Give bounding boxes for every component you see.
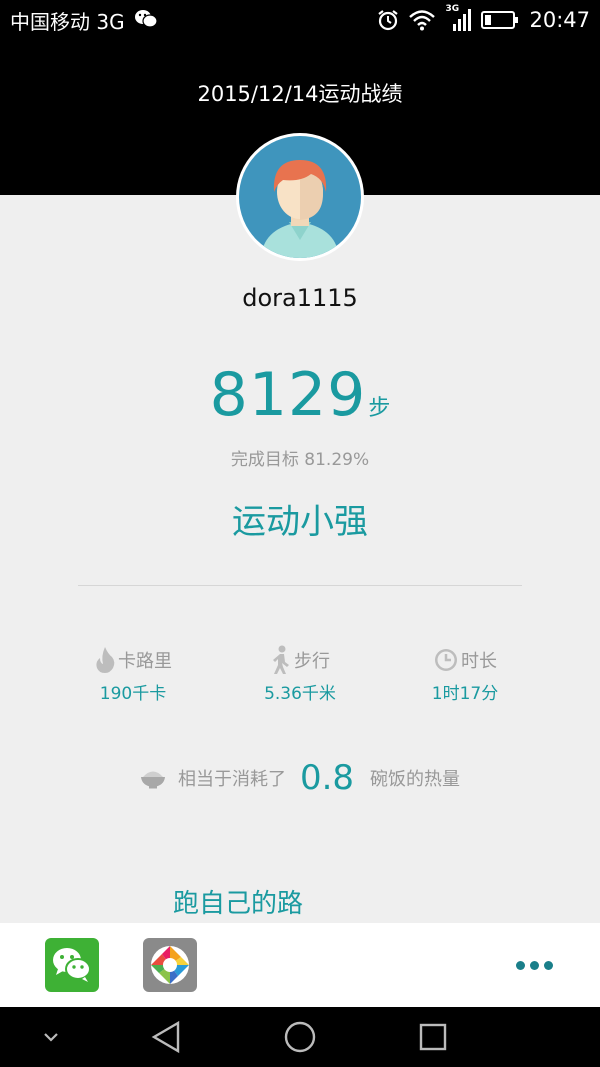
hide-keyboard-chevron-icon[interactable] [38, 1019, 64, 1055]
goal-progress: 完成目标 81.29% [230, 450, 370, 470]
step-count-value: 8129 [209, 360, 367, 430]
clock-time: 20:47 [529, 8, 590, 32]
rank-title: 运动小强 [232, 502, 368, 542]
signal-icon: 3G [445, 4, 472, 32]
calorie-equivalent: 相当于消耗了 0.8 碗饭的热量 [0, 758, 600, 798]
wechat-icon [53, 948, 91, 982]
step-count: 8129步 [0, 360, 600, 430]
system-nav-bar [0, 1007, 600, 1067]
stat-calories: 卡路里 190千卡 [58, 645, 208, 704]
more-dot [516, 960, 525, 970]
gallery-aperture-icon [151, 946, 189, 984]
equivalent-value: 0.8 [299, 758, 355, 798]
step-unit: 步 [368, 396, 391, 421]
more-dot [544, 960, 553, 970]
carrier-label: 中国移动 3G [10, 10, 125, 34]
stat-walking: 步行 5.36千米 [225, 645, 375, 704]
clock-icon [435, 649, 457, 671]
share-bar [0, 923, 600, 1007]
alarm-icon [378, 10, 399, 31]
status-bar: 中国移动 3G 3G 20:47 [0, 0, 600, 40]
recent-apps-button[interactable] [418, 1019, 448, 1055]
avatar[interactable] [236, 133, 364, 261]
share-gallery-button[interactable] [143, 938, 197, 992]
back-button[interactable] [150, 1019, 184, 1055]
stat-walking-label: 步行 [294, 651, 330, 672]
divider [78, 585, 522, 586]
username: dora1115 [242, 284, 358, 312]
battery-icon [481, 11, 519, 29]
flame-icon [96, 647, 115, 673]
home-button[interactable] [282, 1019, 318, 1055]
more-dot [530, 960, 539, 970]
slogan-line1: 跑自己的路 [173, 889, 304, 919]
page-title: 2015/12/14运动战绩 [197, 82, 403, 106]
equivalent-suffix: 碗饭的热量 [370, 769, 461, 790]
stat-calories-label: 卡路里 [118, 651, 172, 672]
stat-duration-label: 时长 [461, 651, 497, 672]
stat-walking-value: 5.36千米 [264, 684, 336, 704]
more-options-button[interactable] [516, 953, 558, 977]
wechat-notification-icon [135, 10, 158, 28]
stat-duration-value: 1时17分 [431, 684, 499, 704]
equivalent-prefix: 相当于消耗了 [177, 769, 286, 790]
status-icons: 3G 20:47 [377, 4, 590, 34]
wifi-icon [409, 10, 436, 31]
stat-duration: 时长 1时17分 [390, 645, 540, 704]
walking-icon [273, 645, 289, 674]
stat-calories-value: 190千卡 [99, 684, 167, 704]
rice-bowl-icon [140, 771, 165, 789]
share-wechat-button[interactable] [45, 938, 99, 992]
